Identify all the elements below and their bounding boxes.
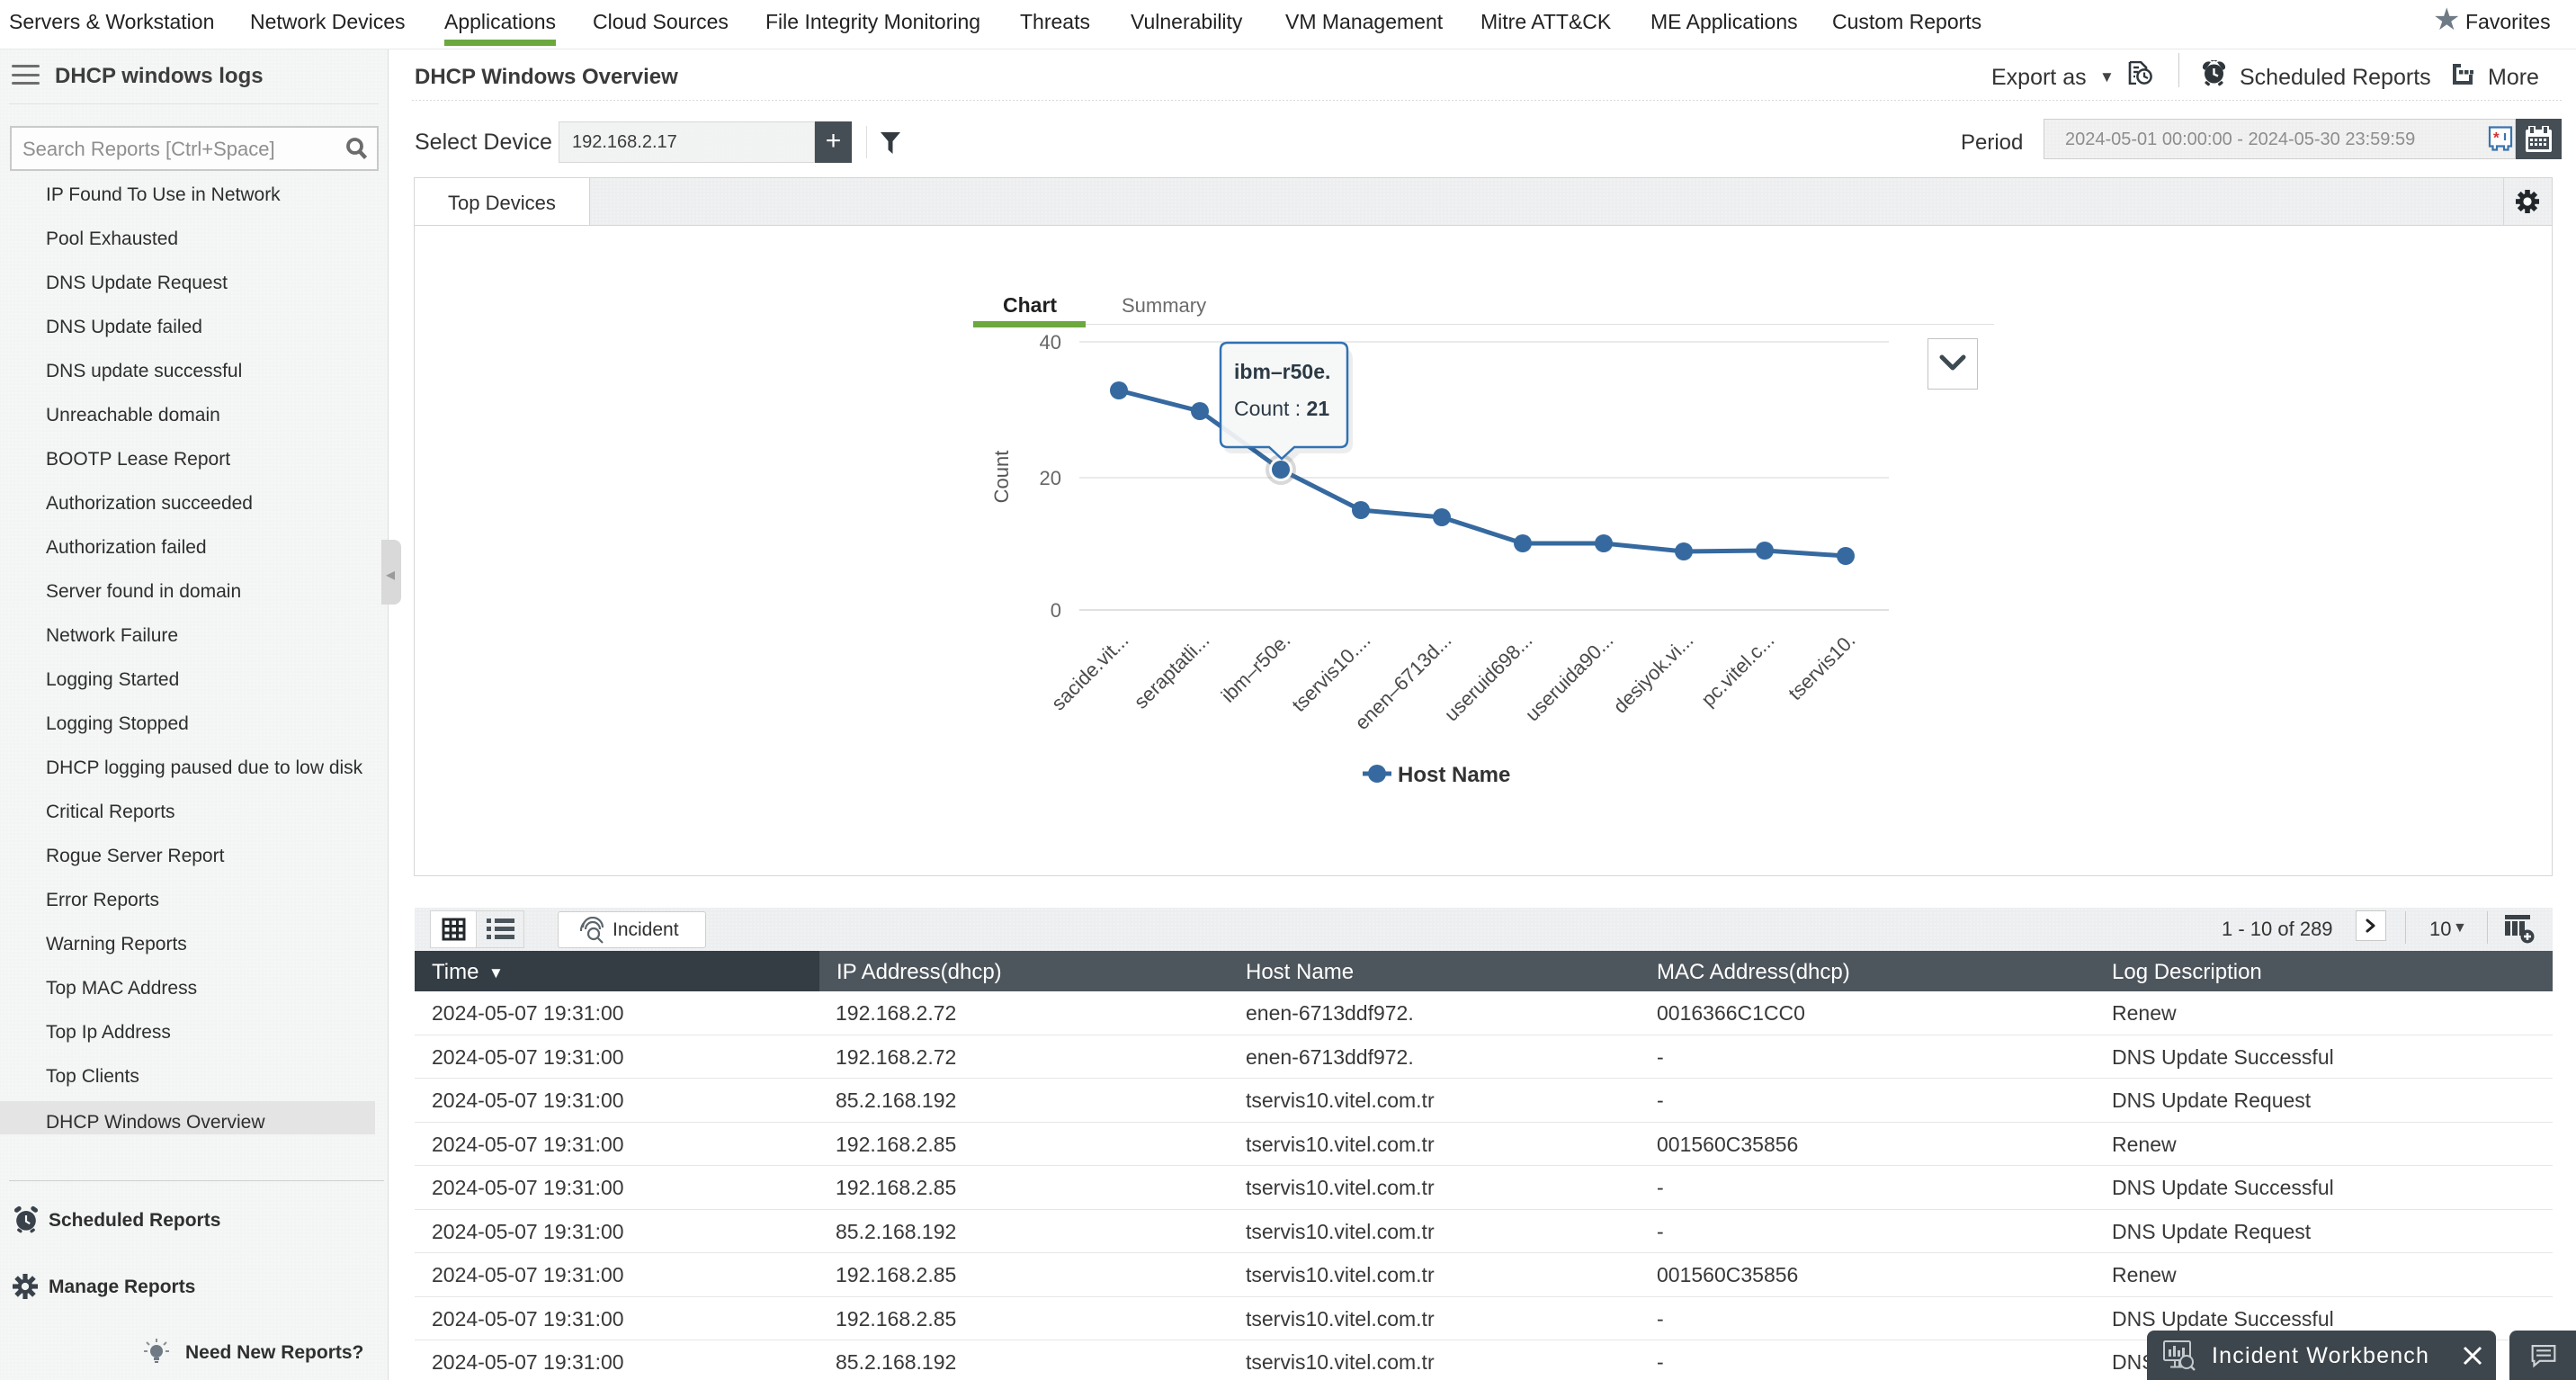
svg-text:useruida90...: useruida90... (1521, 629, 1618, 726)
svg-text:ibm–r50e.: ibm–r50e. (1234, 360, 1330, 383)
svg-text:ibm–r50e.: ibm–r50e. (1217, 629, 1295, 707)
svg-text:Count: Count (990, 451, 1013, 504)
svg-text:pc.vitel.c...: pc.vitel.c... (1696, 629, 1778, 711)
svg-text:tservis10....: tservis10.... (1287, 629, 1374, 716)
svg-text:Count : 21: Count : 21 (1234, 397, 1329, 420)
svg-text:tservis10.: tservis10. (1784, 629, 1859, 704)
svg-text:desiyok.vi...: desiyok.vi... (1609, 629, 1698, 718)
svg-text:*: * (2493, 130, 2500, 147)
svg-text:20: 20 (1040, 467, 1061, 489)
svg-text:0: 0 (1051, 599, 1061, 622)
svg-text:Host Name: Host Name (1398, 763, 1510, 787)
svg-text:seraptatli...: seraptatli... (1130, 629, 1214, 713)
svg-text:40: 40 (1040, 331, 1061, 354)
svg-text:sacide.vit...: sacide.vit... (1047, 629, 1132, 714)
